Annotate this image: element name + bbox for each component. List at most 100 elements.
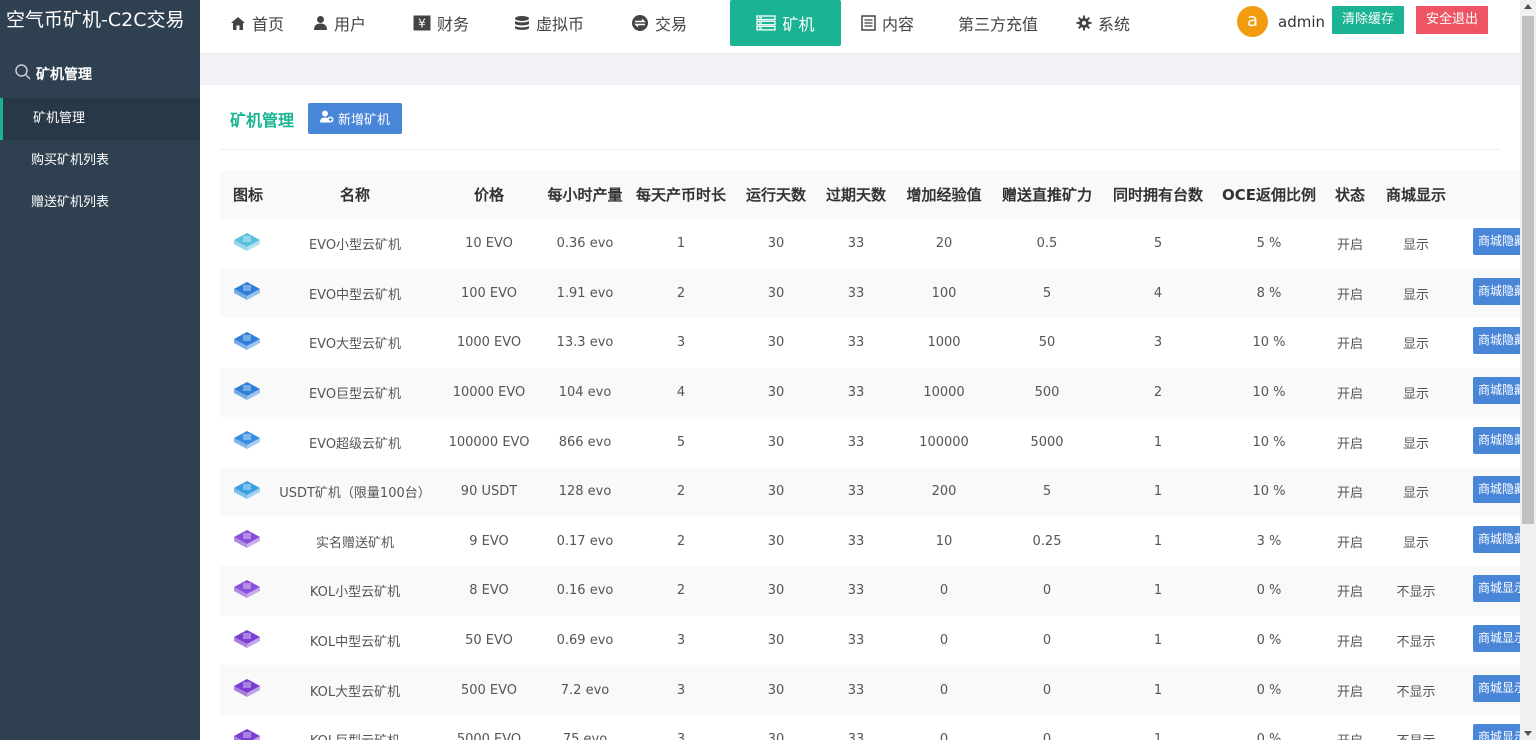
column-header: 商城显示 [1376,170,1456,219]
cell-shop: 显示 [1376,268,1456,319]
home-icon [230,15,246,31]
scrollbar[interactable] [1520,0,1536,740]
cell-shop: 显示 [1376,367,1456,418]
user-menu[interactable]: a admin [1237,6,1325,37]
miner-icon-cell [220,517,276,567]
cell-shop: 不显示 [1376,715,1456,740]
cell-status: 开启 [1336,436,1363,452]
cell-hourly: 104 evo [544,367,626,418]
cell-status: 开启 [1324,466,1376,517]
column-header: 过期天数 [816,170,896,219]
table-row: EVO中型云矿机 100 EVO 1.91 evo 2 30 33 100 5 4 8 % 开启 显示… [220,268,1536,319]
nav-users[interactable]: 用户 [299,0,399,46]
sidebar-item-purchased-miners[interactable]: 购买矿机列表 [0,140,200,182]
avatar: a [1237,6,1268,37]
cell-power: 5000 [1030,434,1064,450]
app-title: 空气币矿机-C2C交易 [6,9,185,31]
cell-expire-days: 33 [816,268,896,319]
cell-shop: 显示 [1402,436,1429,452]
miner-table: 图标 名称 价格 每小时产量 每天产币时长 运行天数 过期天数 增加经验值 赠送直推矿力 同时拥有… [220,170,1536,740]
cell-name: KOL小型云矿机 [276,566,434,616]
cell-power: 5 [992,466,1102,517]
cell-daily-hours: 3 [676,335,686,351]
cell-expire-days: 33 [847,434,865,450]
cell-rebate: 3 % [1256,533,1282,549]
cell-status: 开启 [1336,635,1363,651]
cell-run-days: 30 [736,665,816,715]
sidebar-section-header[interactable]: 矿机管理 [0,54,200,94]
cell-daily-hours: 5 [676,434,686,450]
column-header: 名称 [276,170,434,219]
cell-expire-days: 33 [847,533,865,549]
cell-shop: 显示 [1402,238,1429,254]
table-row: USDT矿机（限量100台） 90 USDT 128 evo 2 30 33 200 5 1 10… [220,466,1536,517]
cell-rebate: 10 % [1252,434,1286,450]
cell-price: 10 EVO [465,236,513,252]
user-icon [313,15,328,31]
search-icon [14,63,36,85]
cell-price: 5000 EVO [456,732,522,740]
list-icon [861,15,876,31]
cell-price: 50 EVO [465,633,513,649]
cell-exp: 0 [939,633,949,649]
exchange-icon [631,14,649,32]
cell-status: 开启 [1324,367,1376,418]
scroll-up-arrow-icon[interactable] [1524,4,1532,9]
scrollbar-thumb[interactable] [1522,16,1534,524]
cell-exp: 20 [935,236,953,252]
cell-max-own: 1 [1153,633,1163,649]
column-header: 每天产币时长 [626,170,736,219]
cell-max-own: 4 [1102,268,1214,319]
cell-expire-days: 33 [816,566,896,616]
nav-third-party-recharge[interactable]: 第三方充值 [938,0,1060,46]
nav-finance[interactable]: ¥ 财务 [399,0,500,46]
database-icon [514,15,530,31]
column-header: 价格 [434,170,544,219]
cell-price: 100 EVO [434,268,544,319]
nav-home[interactable]: 首页 [200,0,299,46]
sidebar-item-miner-manage[interactable]: 矿机管理 [0,98,200,140]
miner-icon [232,579,262,604]
miner-icon [232,530,262,554]
cell-rebate: 10 % [1252,335,1286,351]
cell-power: 0.5 [1036,236,1058,252]
sidebar-item-gifted-miners[interactable]: 赠送矿机列表 [0,182,200,224]
cell-max-own: 1 [1102,466,1214,517]
cell-run-days: 30 [767,732,785,740]
miner-icon [232,232,262,257]
nav-label: 首页 [252,15,285,34]
cell-max-own: 1 [1102,665,1214,715]
cell-max-own: 5 [1153,236,1163,252]
nav-miner[interactable]: 矿机 [730,0,841,46]
cell-shop: 显示 [1402,535,1429,551]
sidebar-menu: 矿机管理 购买矿机列表 赠送矿机列表 [0,98,200,224]
cell-exp: 0 [896,665,992,715]
cell-shop: 显示 [1402,337,1429,353]
miner-icon [232,282,262,306]
table-header-row: 图标 名称 价格 每小时产量 每天产币时长 运行天数 过期天数 增加经验值 赠送直推矿力 同时拥有… [220,170,1536,219]
cell-hourly: 866 evo [558,434,612,450]
cell-rebate: 10 % [1214,367,1324,418]
cell-power: 5 [992,268,1102,319]
cell-run-days: 30 [736,268,816,319]
nav-system[interactable]: 系统 [1060,0,1150,46]
cell-price: 90 USDT [434,466,544,517]
cell-name: KOL中型云矿机 [309,635,401,651]
clear-cache-button[interactable]: 清除缓存 [1332,6,1404,34]
scroll-down-arrow-icon[interactable] [1524,731,1532,736]
cell-power: 0 [992,566,1102,616]
logout-button[interactable]: 安全退出 [1416,6,1488,34]
miner-icon-cell [220,318,276,368]
cell-power: 50 [1038,335,1056,351]
nav-content[interactable]: 内容 [841,0,938,46]
cell-run-days: 30 [767,335,785,351]
add-miner-button[interactable]: 新增矿机 [308,103,403,134]
column-header: 运行天数 [736,170,816,219]
cell-daily-hours: 1 [676,236,686,252]
table-row: KOL小型云矿机 8 EVO 0.16 evo 2 30 33 0 0 1 0 % 开启 不显示 商城显… [220,566,1536,616]
cell-name: USDT矿机（限量100台） [276,466,434,517]
nav-crypto[interactable]: 虚拟币 [500,0,617,46]
cell-status: 开启 [1324,566,1376,616]
nav-trade[interactable]: 交易 [617,0,730,46]
cell-price: 100000 EVO [448,434,530,450]
